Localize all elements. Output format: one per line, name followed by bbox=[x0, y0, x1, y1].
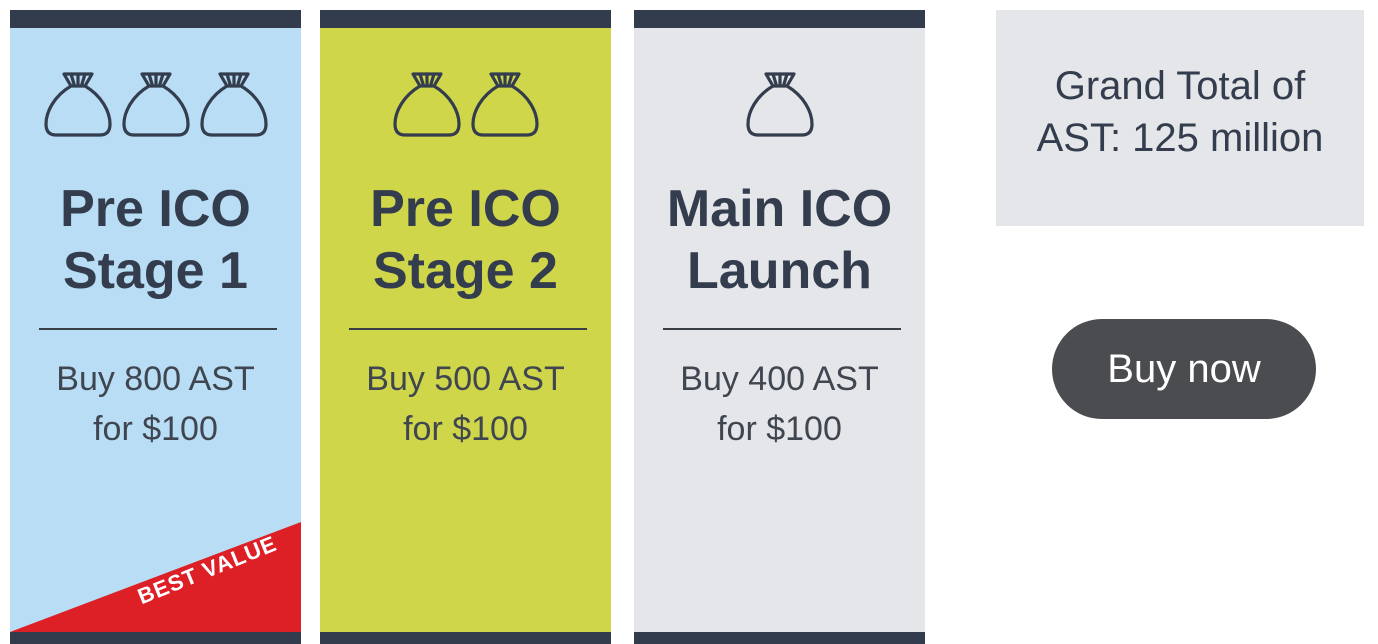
divider bbox=[663, 328, 901, 330]
card-top-bar bbox=[320, 10, 611, 28]
stage-title: Pre ICO Stage 2 bbox=[370, 180, 561, 300]
grand-total-text: Grand Total of AST: 125 million bbox=[1036, 64, 1324, 160]
bag-icons bbox=[10, 66, 301, 138]
stage-price: Buy 400 AST for $100 bbox=[680, 360, 879, 448]
stage-card-pre-ico-2: Pre ICO Stage 2 Buy 500 AST for $100 bbox=[320, 10, 611, 644]
bag-icons bbox=[320, 66, 611, 138]
card-top-bar bbox=[634, 10, 925, 28]
bag-icons bbox=[634, 66, 925, 138]
money-bag-icon bbox=[198, 66, 270, 138]
grand-total-box: Grand Total of AST: 125 million bbox=[996, 10, 1364, 226]
card-top-bar bbox=[10, 10, 301, 28]
stage-title: Main ICO Launch bbox=[666, 180, 893, 300]
money-bag-icon bbox=[391, 66, 463, 138]
stage-card-pre-ico-1: Pre ICO Stage 1 Buy 800 AST for $100 BES… bbox=[10, 10, 301, 644]
best-value-ribbon: BEST VALUE bbox=[10, 522, 301, 644]
buy-now-button[interactable]: Buy now bbox=[1052, 319, 1316, 419]
divider bbox=[39, 328, 277, 330]
stage-card-main-ico: Main ICO Launch Buy 400 AST for $100 bbox=[634, 10, 925, 644]
stage-price: Buy 500 AST for $100 bbox=[366, 360, 565, 448]
card-bottom-bar bbox=[10, 632, 301, 644]
money-bag-icon bbox=[744, 66, 816, 138]
money-bag-icon bbox=[42, 66, 114, 138]
money-bag-icon bbox=[469, 66, 541, 138]
card-bottom-bar bbox=[320, 632, 611, 644]
money-bag-icon bbox=[120, 66, 192, 138]
stage-title: Pre ICO Stage 1 bbox=[60, 180, 251, 300]
divider bbox=[349, 328, 587, 330]
card-bottom-bar bbox=[634, 632, 925, 644]
stage-price: Buy 800 AST for $100 bbox=[56, 360, 255, 448]
